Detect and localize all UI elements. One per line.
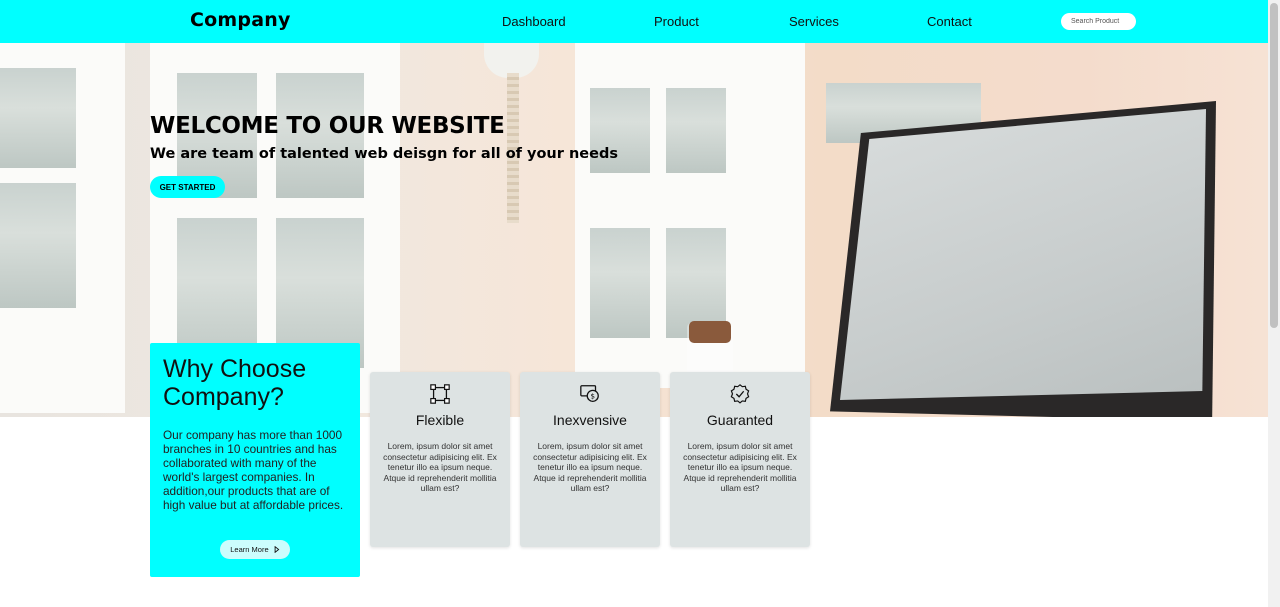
window-pane	[0, 183, 76, 308]
caret-right-icon	[274, 545, 280, 553]
get-started-button[interactable]: GET STARTED	[150, 176, 225, 198]
bottle-cork	[689, 321, 731, 343]
why-choose-body: Our company has more than 1000 branches …	[163, 428, 344, 512]
monitor-screen	[840, 109, 1206, 400]
feature-body: Lorem, ipsum dolor sit amet consectetur …	[533, 441, 647, 494]
money-icon: $	[580, 385, 599, 402]
why-choose-card: Why Choose Company? Our company has more…	[150, 343, 360, 577]
search-input[interactable]	[1061, 13, 1136, 30]
learn-more-label: Learn More	[230, 545, 269, 554]
feature-card-inexpensive: $ Inexvensive Lorem, ipsum dolor sit ame…	[520, 372, 660, 547]
frame-icon	[430, 384, 450, 404]
learn-more-button[interactable]: Learn More	[220, 540, 290, 559]
company-logo[interactable]: Company	[190, 9, 291, 31]
nav-link-dashboard[interactable]: Dashboard	[502, 14, 566, 29]
window-pane	[666, 88, 726, 173]
feature-body: Lorem, ipsum dolor sit amet consectetur …	[383, 441, 497, 494]
why-choose-title: Why Choose Company?	[163, 355, 307, 411]
feature-card-flexible: Flexible Lorem, ipsum dolor sit amet con…	[370, 372, 510, 547]
navbar: Company Dashboard Product Services Conta…	[0, 0, 1268, 43]
check-badge-icon	[730, 384, 750, 404]
nav-link-product[interactable]: Product	[654, 14, 699, 29]
feature-title: Flexible	[415, 412, 465, 428]
nav-link-services[interactable]: Services	[789, 14, 839, 29]
feature-body: Lorem, ipsum dolor sit amet consectetur …	[683, 441, 797, 494]
scrollbar-thumb[interactable]	[1270, 3, 1278, 328]
window-pane	[590, 228, 650, 338]
nav-link-contact[interactable]: Contact	[927, 14, 972, 29]
hero-subtitle: We are team of talented web deisgn for a…	[150, 146, 618, 162]
hero-title: WELCOME TO OUR WEBSITE	[150, 113, 505, 139]
svg-text:$: $	[590, 392, 595, 401]
feature-title: Inexvensive	[553, 412, 627, 428]
feature-card-guaranted: Guaranted Lorem, ipsum dolor sit amet co…	[670, 372, 810, 547]
feature-title: Guaranted	[706, 412, 774, 428]
vertical-scrollbar[interactable]	[1268, 0, 1280, 607]
window-pane	[0, 68, 76, 168]
